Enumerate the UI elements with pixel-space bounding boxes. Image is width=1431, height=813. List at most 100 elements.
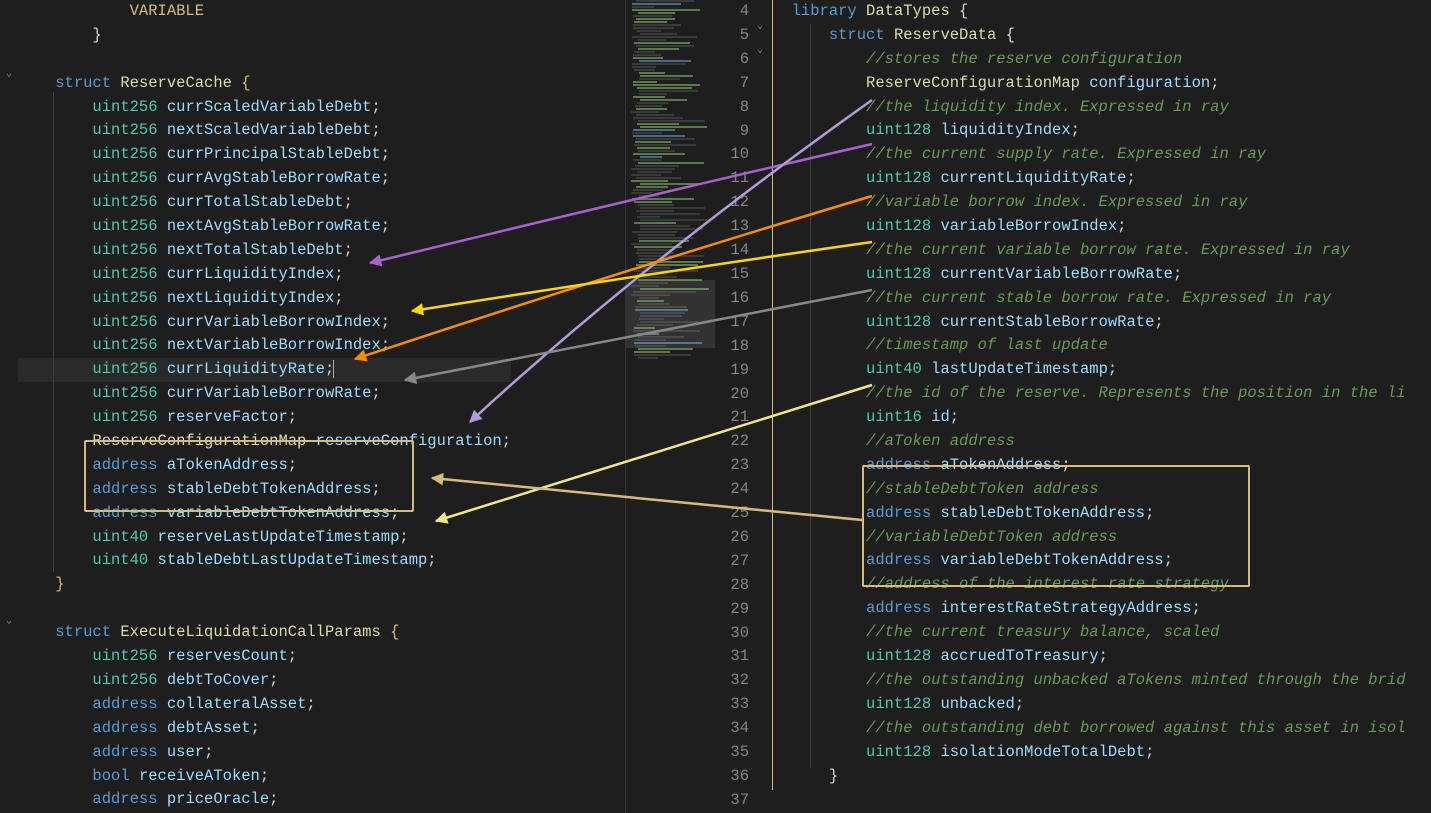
code-line[interactable]: //the current treasury balance, scaled xyxy=(773,621,1406,645)
struct-field[interactable]: uint256 currScaledVariableDebt; xyxy=(18,96,511,120)
code-line[interactable]: uint16 id; xyxy=(773,406,1406,430)
line-number: 18 xyxy=(715,335,749,359)
line-number: 8 xyxy=(715,96,749,120)
editor-right-pane[interactable]: UnitTest stub | dependencies | uml | dra… xyxy=(715,0,1431,813)
line-number: 17 xyxy=(715,311,749,335)
code-line[interactable]: uint40 lastUpdateTimestamp; xyxy=(773,358,1406,382)
code-line[interactable] xyxy=(773,788,1406,812)
line-number: 20 xyxy=(715,383,749,407)
code-line[interactable] xyxy=(18,48,511,72)
line-number: 12 xyxy=(715,191,749,215)
code-line[interactable]: } xyxy=(18,24,511,48)
code-line[interactable]: uint128 unbacked; xyxy=(773,693,1406,717)
struct-field[interactable]: uint256 nextTotalStableDebt; xyxy=(18,239,511,263)
code-line[interactable]: //variableDebtToken address xyxy=(773,526,1406,550)
code-line[interactable]: ReserveConfigurationMap configuration; xyxy=(773,72,1406,96)
code-line[interactable]: //the current variable borrow rate. Expr… xyxy=(773,239,1406,263)
code-line[interactable]: uint128 liquidityIndex; xyxy=(773,119,1406,143)
code-line[interactable]: uint128 currentVariableBorrowRate; xyxy=(773,263,1406,287)
code-line[interactable]: //address of the interest rate strategy xyxy=(773,573,1406,597)
code-line[interactable]: address variableDebtTokenAddress; xyxy=(773,549,1406,573)
struct-close[interactable]: } xyxy=(18,573,511,597)
struct-field[interactable]: uint256 currTotalStableDebt; xyxy=(18,191,511,215)
struct-header[interactable]: struct ExecuteLiquidationCallParams { xyxy=(18,621,511,645)
line-number: 36 xyxy=(715,765,749,789)
line-number: 24 xyxy=(715,478,749,502)
struct-field[interactable]: uint256 nextLiquidityIndex; xyxy=(18,287,511,311)
line-number: 15 xyxy=(715,263,749,287)
line-number: 23 xyxy=(715,454,749,478)
struct-header[interactable]: struct ReserveCache { xyxy=(18,72,511,96)
code-line[interactable]: //the id of the reserve. Represents the … xyxy=(773,382,1406,406)
struct-field[interactable]: uint256 reserveFactor; xyxy=(18,406,511,430)
line-number: 4 xyxy=(715,0,749,24)
fold-chevron-icon[interactable]: ⌄ xyxy=(754,20,766,32)
fold-chevron-icon[interactable]: ⌄ xyxy=(754,44,766,56)
struct-field[interactable]: uint256 currLiquidityRate; xyxy=(18,358,511,382)
indent-guide-active xyxy=(772,0,773,790)
line-number: 25 xyxy=(715,502,749,526)
code-line[interactable]: //the current supply rate. Expressed in … xyxy=(773,143,1406,167)
struct-field[interactable]: uint256 currVariableBorrowRate; xyxy=(18,382,511,406)
code-line[interactable]: //stores the reserve configuration xyxy=(773,48,1406,72)
code-line[interactable]: address interestRateStrategyAddress; xyxy=(773,597,1406,621)
struct-field[interactable]: uint256 reservesCount; xyxy=(18,645,511,669)
code-line[interactable]: uint128 accruedToTreasury; xyxy=(773,645,1406,669)
line-number: 31 xyxy=(715,645,749,669)
line-number: 26 xyxy=(715,526,749,550)
struct-field[interactable]: address stableDebtTokenAddress; xyxy=(18,478,511,502)
code-line[interactable]: //the outstanding unbacked aTokens minte… xyxy=(773,669,1406,693)
struct-field[interactable]: uint256 nextScaledVariableDebt; xyxy=(18,119,511,143)
struct-field[interactable]: bool receiveAToken; xyxy=(18,765,511,789)
line-number: 6 xyxy=(715,48,749,72)
struct-field[interactable]: uint256 currPrincipalStableDebt; xyxy=(18,143,511,167)
code-line[interactable]: VARIABLE xyxy=(18,0,511,24)
code-line[interactable]: //aToken address xyxy=(773,430,1406,454)
line-number: 9 xyxy=(715,120,749,144)
struct-field[interactable]: address user; xyxy=(18,741,511,765)
line-number: 14 xyxy=(715,239,749,263)
struct-field[interactable]: address aTokenAddress; xyxy=(18,454,511,478)
struct-field[interactable]: uint256 currVariableBorrowIndex; xyxy=(18,311,511,335)
struct-field[interactable]: ReserveConfigurationMap reserveConfigura… xyxy=(18,430,511,454)
line-number: 32 xyxy=(715,669,749,693)
line-number: 35 xyxy=(715,741,749,765)
code-line[interactable]: } xyxy=(773,765,1406,789)
line-number: 22 xyxy=(715,430,749,454)
code-line[interactable]: uint128 isolationModeTotalDebt; xyxy=(773,741,1406,765)
line-number: 33 xyxy=(715,693,749,717)
struct-field[interactable]: address debtAsset; xyxy=(18,717,511,741)
code-line[interactable]: //stableDebtToken address xyxy=(773,478,1406,502)
code-line[interactable]: //the outstanding debt borrowed against … xyxy=(773,717,1406,741)
struct-field[interactable]: address priceOracle; xyxy=(18,788,511,812)
fold-chevron-icon[interactable]: ⌄ xyxy=(3,615,15,627)
line-number: 7 xyxy=(715,72,749,96)
code-line[interactable]: library DataTypes { xyxy=(773,0,1406,24)
struct-field[interactable]: uint256 nextVariableBorrowIndex; xyxy=(18,334,511,358)
line-number: 19 xyxy=(715,359,749,383)
struct-field[interactable]: uint256 currAvgStableBorrowRate; xyxy=(18,167,511,191)
fold-chevron-icon[interactable]: ⌄ xyxy=(3,68,15,80)
code-line[interactable]: struct ReserveData { xyxy=(773,24,1406,48)
struct-field[interactable]: uint40 reserveLastUpdateTimestamp; xyxy=(18,526,511,550)
code-line[interactable]: //the liquidity index. Expressed in ray xyxy=(773,96,1406,120)
struct-field[interactable]: uint40 stableDebtLastUpdateTimestamp; xyxy=(18,549,511,573)
code-line[interactable]: //timestamp of last update xyxy=(773,334,1406,358)
struct-field[interactable]: address variableDebtTokenAddress; xyxy=(18,502,511,526)
minimap[interactable] xyxy=(625,0,715,813)
struct-field[interactable]: uint256 debtToCover; xyxy=(18,669,511,693)
code-line[interactable]: uint128 currentLiquidityRate; xyxy=(773,167,1406,191)
code-line[interactable]: address aTokenAddress; xyxy=(773,454,1406,478)
editor-left-pane[interactable]: ⌄ ⌄ VARIABLE } struct ReserveCache { uin… xyxy=(0,0,715,813)
line-number: 11 xyxy=(715,167,749,191)
code-line[interactable]: address stableDebtTokenAddress; xyxy=(773,502,1406,526)
code-line[interactable]: uint128 variableBorrowIndex; xyxy=(773,215,1406,239)
line-number: 37 xyxy=(715,789,749,813)
code-line[interactable]: uint128 currentStableBorrowRate; xyxy=(773,311,1406,335)
code-line[interactable]: //the current stable borrow rate. Expres… xyxy=(773,287,1406,311)
code-line[interactable]: //variable borrow index. Expressed in ra… xyxy=(773,191,1406,215)
struct-field[interactable]: address collateralAsset; xyxy=(18,693,511,717)
struct-field[interactable]: uint256 nextAvgStableBorrowRate; xyxy=(18,215,511,239)
struct-field[interactable]: uint256 currLiquidityIndex; xyxy=(18,263,511,287)
minimap-viewport[interactable] xyxy=(626,280,715,348)
